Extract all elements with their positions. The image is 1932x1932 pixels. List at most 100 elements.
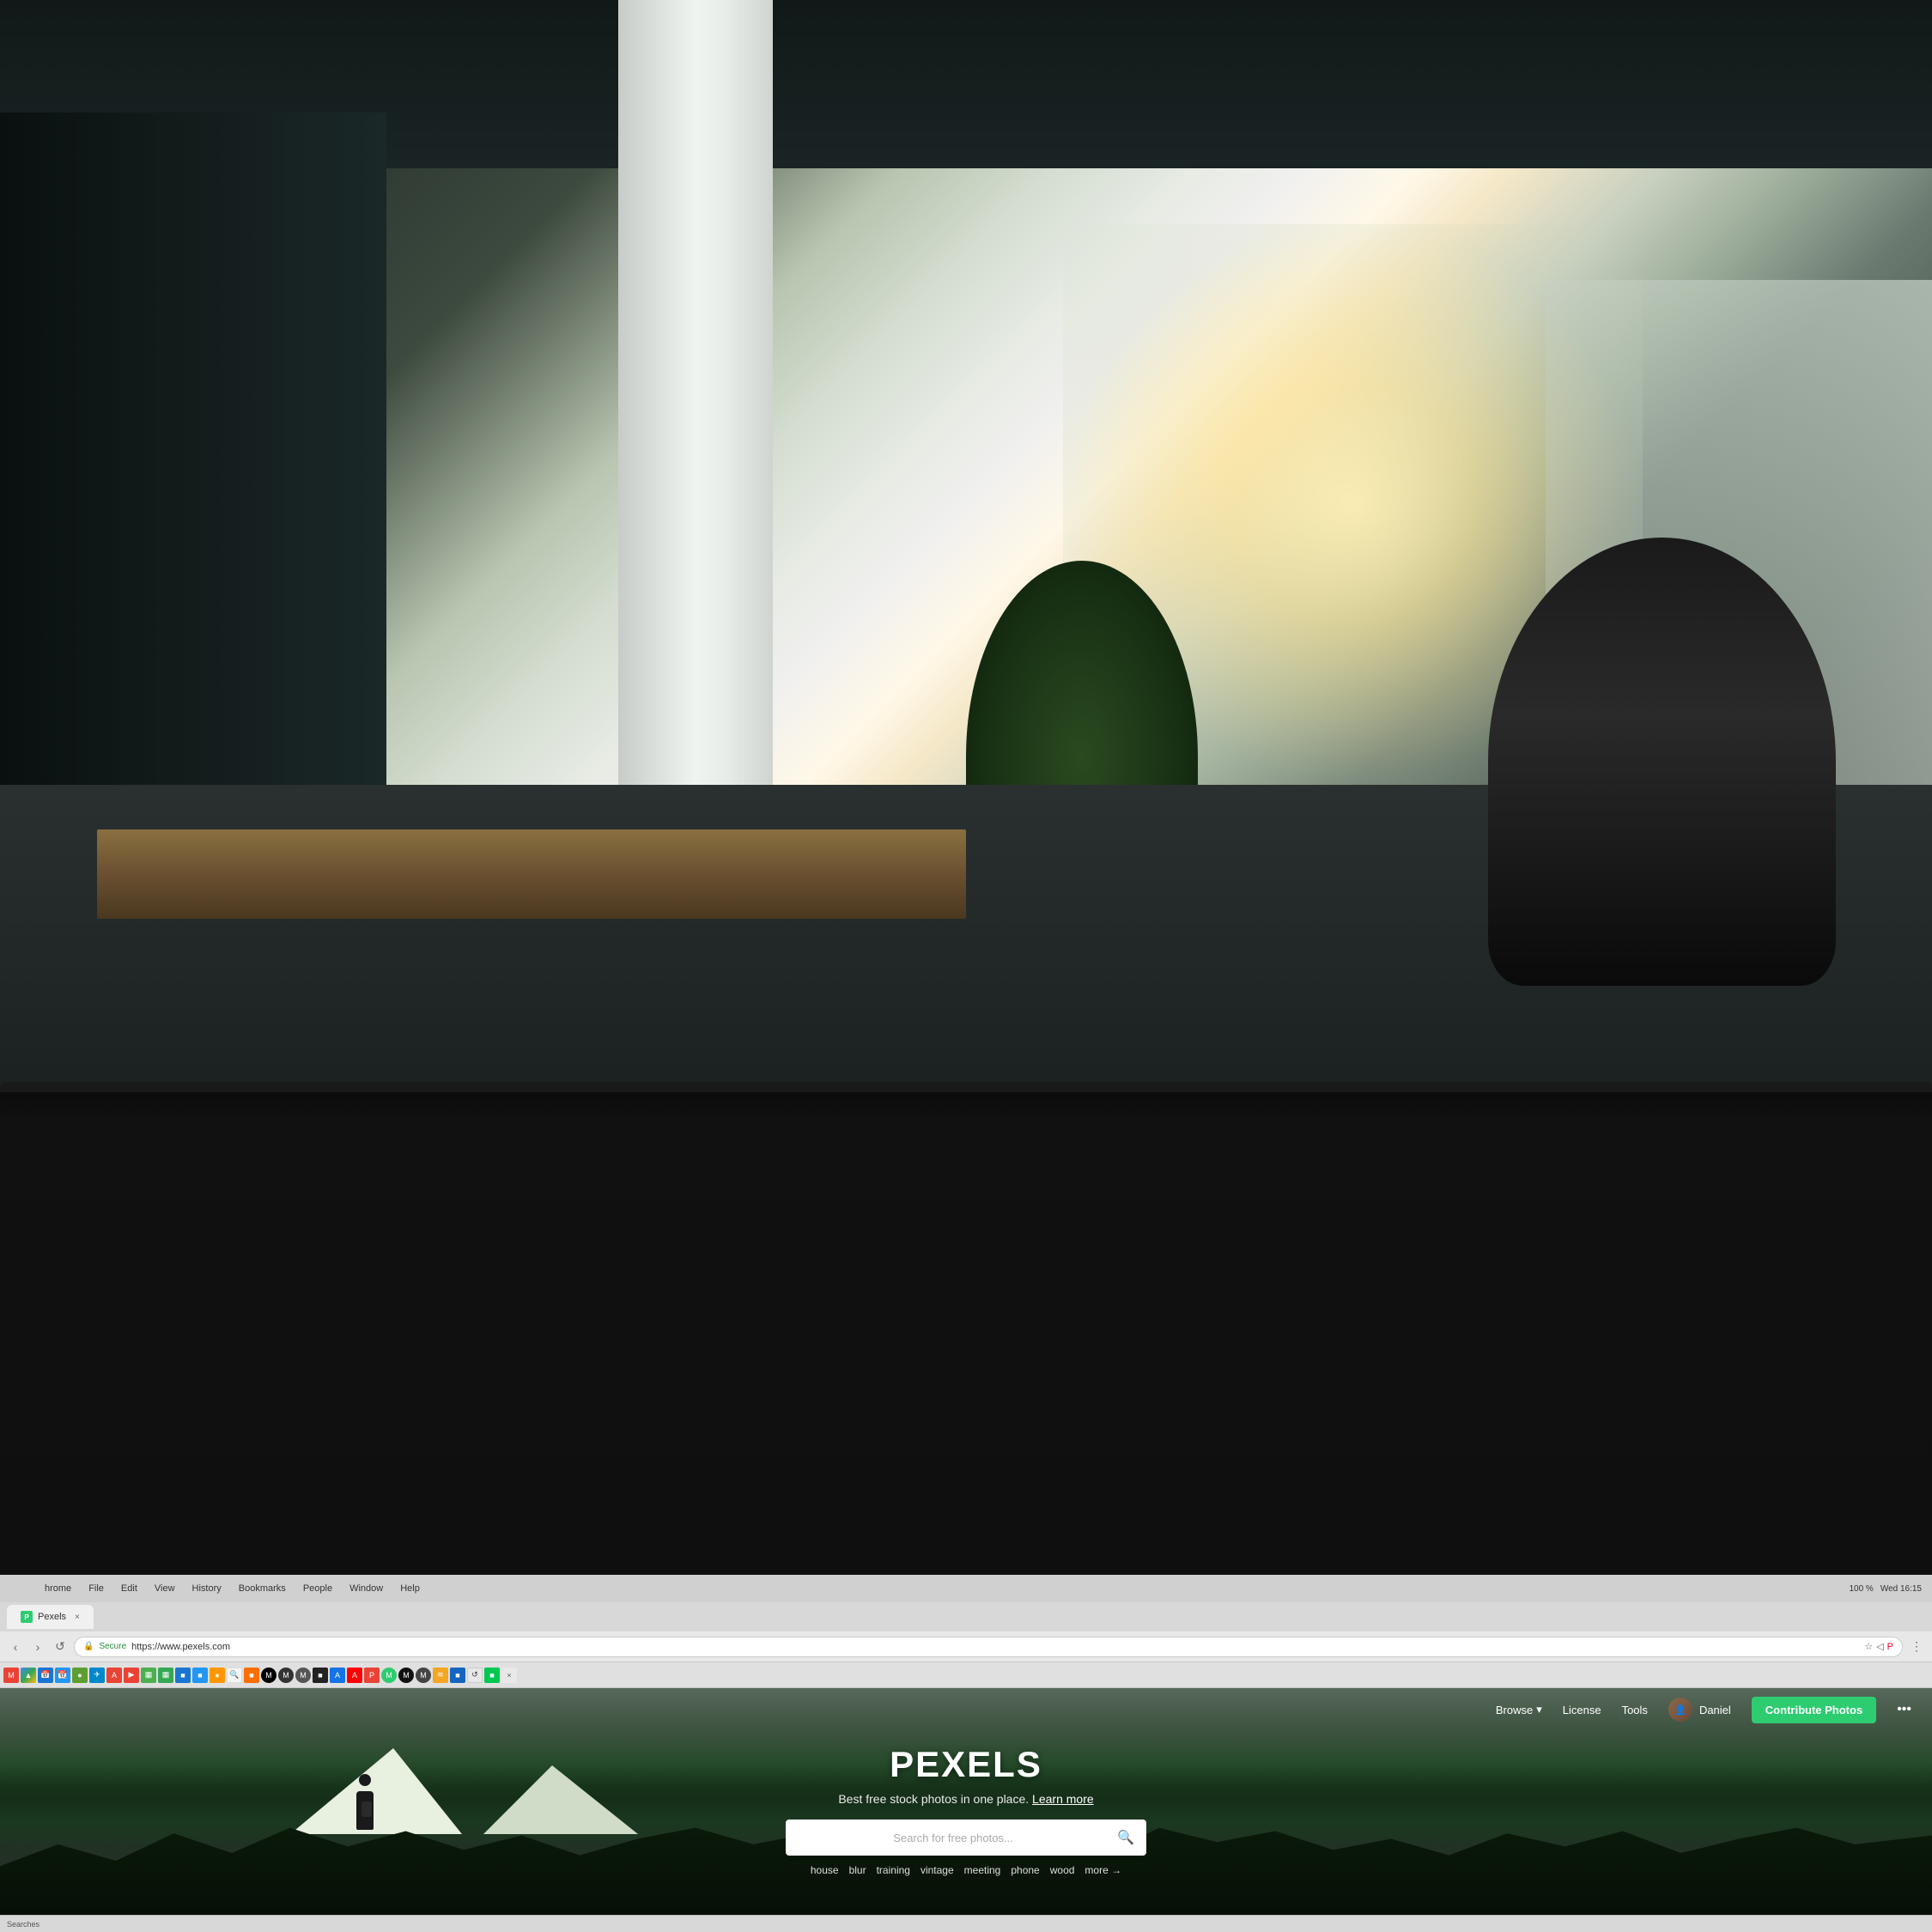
toolbar-orange1-icon[interactable]: ●	[210, 1668, 225, 1683]
toolbar-medium4-icon[interactable]: M	[381, 1668, 397, 1683]
tag-meeting[interactable]: meeting	[964, 1864, 1001, 1876]
toolbar-blue2-icon[interactable]: ■	[192, 1668, 208, 1683]
menu-view[interactable]: View	[155, 1583, 175, 1594]
toolbar-medium5-icon[interactable]: M	[398, 1668, 414, 1683]
desk	[97, 829, 967, 919]
tag-training[interactable]: training	[877, 1864, 910, 1876]
tag-more[interactable]: more →	[1084, 1864, 1121, 1876]
toolbar-reload-icon[interactable]: ↺	[467, 1668, 483, 1683]
toolbar-x-icon[interactable]: ×	[501, 1668, 517, 1683]
browser-toolbar: M ▲ 📅 📆 ● ✈ A ▶ ▦ ▦ ■ ■ ● 🔍 ■ M M M ■ A …	[0, 1662, 1932, 1688]
toolbar-orange2-icon[interactable]: ■	[244, 1668, 259, 1683]
toolbar-adobe1-icon[interactable]: A	[330, 1668, 345, 1683]
office-scene	[0, 0, 1932, 1121]
title-bar-menus: hrome File Edit View History Bookmarks P…	[45, 1583, 420, 1594]
pinterest-icon[interactable]: P	[1887, 1642, 1893, 1652]
tag-phone[interactable]: phone	[1011, 1864, 1039, 1876]
menu-chrome[interactable]: hrome	[45, 1583, 71, 1594]
more-options-icon[interactable]: •••	[1897, 1702, 1911, 1717]
tab-bar: P Pexels ×	[0, 1602, 1932, 1631]
nav-tools[interactable]: Tools	[1622, 1704, 1648, 1716]
toolbar-sheets-icon[interactable]: ▦	[141, 1668, 156, 1683]
toolbar-telegram-icon[interactable]: ✈	[89, 1668, 105, 1683]
battery-status: 100 %	[1849, 1584, 1873, 1594]
tag-wood[interactable]: wood	[1050, 1864, 1075, 1876]
menu-edit[interactable]: Edit	[121, 1583, 137, 1594]
menu-window[interactable]: Window	[349, 1583, 383, 1594]
office-photo-background	[0, 0, 1932, 1121]
search-bar[interactable]: Search for free photos... 🔍	[786, 1820, 1146, 1856]
toolbar-acrobat-icon[interactable]: A	[106, 1668, 122, 1683]
toolbar-drive-icon[interactable]: ▲	[21, 1668, 36, 1683]
contribute-photos-button[interactable]: Contribute Photos	[1752, 1697, 1876, 1723]
status-text: Searches	[7, 1920, 39, 1929]
toolbar-medium3-icon[interactable]: M	[295, 1668, 311, 1683]
tab-label: Pexels	[38, 1612, 66, 1622]
address-bar: ‹ › ↺ 🔒 Secure https://www.pexels.com ☆ …	[0, 1631, 1932, 1662]
site-subtitle: Best free stock photos in one place. Lea…	[193, 1792, 1739, 1806]
toolbar-cal2-icon[interactable]: 📆	[55, 1668, 70, 1683]
toolbar-dark1-icon[interactable]: ■	[313, 1668, 328, 1683]
toolbar-search-icon[interactable]: 🔍	[227, 1668, 242, 1683]
forward-button[interactable]: ›	[29, 1638, 46, 1656]
menu-people[interactable]: People	[303, 1583, 332, 1594]
menu-file[interactable]: File	[88, 1583, 104, 1594]
browse-chevron-icon: ▾	[1536, 1703, 1542, 1716]
nav-browse[interactable]: Browse ▾	[1496, 1703, 1542, 1716]
toolbar-blue1-icon[interactable]: ■	[175, 1668, 191, 1683]
learn-more-link[interactable]: Learn more	[1032, 1792, 1094, 1806]
monitor-frame: hrome File Edit View History Bookmarks P…	[0, 1082, 1932, 1932]
search-tags: house blur training vintage meeting phon…	[193, 1864, 1739, 1876]
toolbar-medium6-icon[interactable]: M	[416, 1668, 431, 1683]
monitor-bezel-top	[0, 1082, 1932, 1092]
search-placeholder: Search for free photos...	[798, 1832, 1109, 1844]
browser-chrome: hrome File Edit View History Bookmarks P…	[0, 1575, 1932, 1932]
toolbar-sheets2-icon[interactable]: ▦	[158, 1668, 173, 1683]
secure-icon: 🔒	[83, 1642, 94, 1651]
tag-blur[interactable]: blur	[849, 1864, 866, 1876]
more-options-button[interactable]: ⋮	[1908, 1638, 1925, 1656]
toolbar-coins-icon[interactable]: ≋	[433, 1668, 448, 1683]
toolbar-cal1-icon[interactable]: 📅	[38, 1668, 53, 1683]
active-tab[interactable]: P Pexels ×	[7, 1605, 94, 1629]
url-bar[interactable]: 🔒 Secure https://www.pexels.com ☆ ◁ P	[74, 1637, 1903, 1657]
toolbar-gmail-icon[interactable]: M	[3, 1668, 19, 1683]
tab-favicon: P	[21, 1611, 33, 1623]
nav-user[interactable]: 👤 Daniel	[1668, 1698, 1731, 1722]
bookmark-icon[interactable]: ☆	[1864, 1641, 1873, 1652]
toolbar-pdf-icon[interactable]: P	[364, 1668, 380, 1683]
tab-close-button[interactable]: ×	[75, 1613, 80, 1622]
user-avatar: 👤	[1668, 1698, 1692, 1722]
refresh-button[interactable]: ↺	[52, 1638, 69, 1656]
toolbar-green1-icon[interactable]: ●	[72, 1668, 88, 1683]
toolbar-adobe2-icon[interactable]: A	[347, 1668, 362, 1683]
status-bar: Searches	[0, 1915, 1932, 1932]
avatar-icon: 👤	[1674, 1704, 1686, 1716]
column	[618, 0, 773, 807]
menu-help[interactable]: Help	[400, 1583, 420, 1594]
tag-house[interactable]: house	[811, 1864, 839, 1876]
title-bar-right: 100 % Wed 16:15	[1849, 1584, 1922, 1594]
back-button[interactable]: ‹	[7, 1638, 24, 1656]
secure-label: Secure	[99, 1642, 126, 1651]
menu-bookmarks[interactable]: Bookmarks	[239, 1583, 286, 1594]
search-icon[interactable]: 🔍	[1117, 1829, 1134, 1846]
browse-label: Browse	[1496, 1704, 1533, 1716]
website-content: Browse ▾ License Tools 👤 Daniel Contribu…	[0, 1688, 1932, 1932]
toolbar-medium2-icon[interactable]: M	[278, 1668, 294, 1683]
nav-license[interactable]: License	[1563, 1704, 1601, 1716]
toolbar-blue3-icon[interactable]: ■	[450, 1668, 465, 1683]
clock: Wed 16:15	[1880, 1584, 1922, 1594]
tag-vintage[interactable]: vintage	[920, 1864, 954, 1876]
toolbar-medium1-icon[interactable]: M	[261, 1668, 276, 1683]
title-bar: hrome File Edit View History Bookmarks P…	[0, 1575, 1932, 1602]
url-right-icons: ☆ ◁ P	[1864, 1641, 1893, 1652]
toolbar-green4-icon[interactable]: ■	[484, 1668, 500, 1683]
site-title: PEXELS	[193, 1744, 1739, 1785]
wall-left	[0, 112, 386, 841]
hero-content: PEXELS Best free stock photos in one pla…	[193, 1744, 1739, 1876]
nav-links: Browse ▾ License Tools 👤 Daniel Contribu…	[1496, 1697, 1911, 1723]
menu-history[interactable]: History	[192, 1583, 222, 1594]
pin-icon[interactable]: ◁	[1876, 1641, 1883, 1652]
toolbar-youtube-icon[interactable]: ▶	[124, 1668, 139, 1683]
